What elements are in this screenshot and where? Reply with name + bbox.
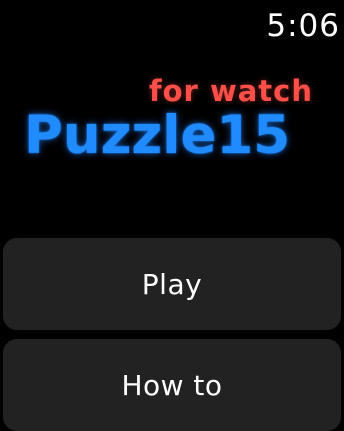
app-subtitle: for watch xyxy=(149,74,313,108)
how-to-button[interactable]: How to xyxy=(3,339,341,431)
play-button-label: Play xyxy=(141,267,203,301)
status-time: 5:06 xyxy=(266,8,340,44)
app-title: Puzzle15 xyxy=(24,105,291,166)
how-to-button-label: How to xyxy=(121,368,223,402)
play-button[interactable]: Play xyxy=(3,238,341,330)
